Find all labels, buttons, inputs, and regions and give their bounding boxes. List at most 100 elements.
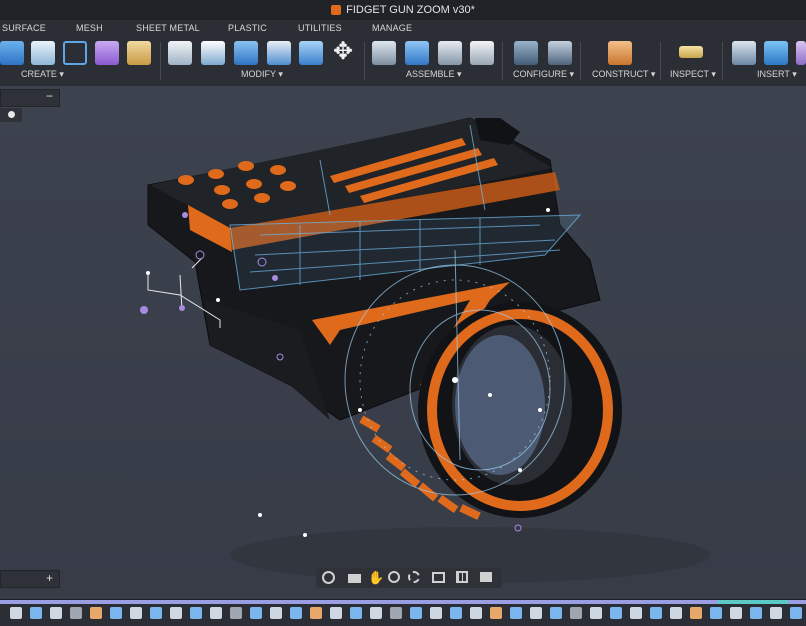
timeline-feature[interactable] — [530, 607, 542, 619]
timeline-feature[interactable] — [110, 607, 122, 619]
timeline-feature[interactable] — [170, 607, 182, 619]
new-component-icon[interactable] — [405, 41, 429, 65]
tab-plastic[interactable]: PLASTIC — [228, 23, 267, 33]
assemble-menu[interactable]: ASSEMBLE ▾ — [406, 69, 462, 80]
timeline-feature[interactable] — [70, 607, 82, 619]
tab-mesh[interactable]: MESH — [76, 23, 103, 33]
construct-plane-icon[interactable] — [608, 41, 632, 65]
stitch-icon[interactable] — [299, 41, 323, 65]
timeline-feature[interactable] — [570, 607, 582, 619]
3d-viewport[interactable] — [0, 86, 806, 599]
timeline-feature[interactable] — [330, 607, 342, 619]
timeline-feature[interactable] — [650, 607, 662, 619]
timeline[interactable] — [0, 599, 806, 626]
timeline-feature[interactable] — [470, 607, 482, 619]
tab-utilities[interactable]: UTILITIES — [298, 23, 342, 33]
grid-icon[interactable] — [456, 571, 468, 583]
timeline-feature[interactable] — [150, 607, 162, 619]
pan-icon[interactable]: ✋ — [368, 571, 384, 584]
configure-menu[interactable]: CONFIGURE ▾ — [513, 69, 574, 80]
timeline-track — [0, 600, 806, 604]
ribbon-toolbar: CREATE ▾ ✥ MODIFY ▾ ASSEMBLE ▾ CONFIGURE… — [0, 38, 806, 87]
timeline-feature[interactable] — [90, 607, 102, 619]
comments-panel[interactable]: + — [0, 570, 60, 588]
inspect-label: INSPECT — [670, 69, 709, 79]
timeline-feature[interactable] — [290, 607, 302, 619]
fillet-icon[interactable] — [201, 41, 225, 65]
timeline-feature[interactable] — [450, 607, 462, 619]
timeline-feature[interactable] — [770, 607, 782, 619]
create-label: CREATE — [21, 69, 57, 79]
display-settings-icon[interactable] — [432, 572, 445, 583]
look-at-icon[interactable] — [348, 574, 361, 583]
timeline-feature[interactable] — [250, 607, 262, 619]
insert-mesh-icon[interactable] — [796, 41, 806, 65]
timeline-feature[interactable] — [370, 607, 382, 619]
timeline-feature[interactable] — [130, 607, 142, 619]
timeline-feature[interactable] — [790, 607, 802, 619]
collapse-icon[interactable]: − — [46, 89, 53, 103]
timeline-feature[interactable] — [270, 607, 282, 619]
extrude-surface-icon[interactable] — [0, 41, 24, 65]
insert-menu[interactable]: INSERT ▾ — [757, 69, 797, 80]
viewports-icon[interactable] — [480, 572, 492, 582]
timeline-feature[interactable] — [590, 607, 602, 619]
timeline-feature[interactable] — [430, 607, 442, 619]
inspect-menu[interactable]: INSPECT ▾ — [670, 69, 716, 80]
press-pull-icon[interactable] — [168, 41, 192, 65]
insert-derive-icon[interactable] — [732, 41, 756, 65]
timeline-feature[interactable] — [410, 607, 422, 619]
decal-icon[interactable] — [127, 41, 151, 65]
joint-table-icon[interactable] — [470, 41, 494, 65]
timeline-feature[interactable] — [390, 607, 402, 619]
timeline-feature[interactable] — [690, 607, 702, 619]
modify-menu[interactable]: MODIFY ▾ — [241, 69, 283, 80]
fit-icon[interactable] — [408, 571, 420, 583]
timeline-feature[interactable] — [190, 607, 202, 619]
browser-visibility-row[interactable] — [0, 108, 22, 122]
revolve-icon[interactable] — [31, 41, 55, 65]
timeline-marker[interactable] — [718, 600, 788, 604]
browser-panel[interactable]: − — [0, 89, 60, 107]
configure-label: CONFIGURE — [513, 69, 567, 79]
zoom-icon[interactable] — [388, 571, 400, 583]
model-canvas[interactable] — [0, 86, 806, 599]
timeline-feature[interactable] — [50, 607, 62, 619]
joint-icon[interactable] — [372, 41, 396, 65]
sketch-boundary-icon[interactable] — [63, 41, 87, 65]
measure-icon[interactable] — [679, 46, 703, 58]
configuration-table-icon[interactable] — [548, 41, 572, 65]
tab-manage[interactable]: MANAGE — [372, 23, 412, 33]
form-icon[interactable] — [95, 41, 119, 65]
orbit-icon[interactable] — [322, 571, 335, 584]
timeline-feature[interactable] — [630, 607, 642, 619]
insert-label: INSERT — [757, 69, 790, 79]
timeline-feature[interactable] — [30, 607, 42, 619]
move-icon[interactable]: ✥ — [331, 40, 355, 65]
add-icon[interactable]: + — [46, 571, 53, 585]
timeline-feature[interactable] — [10, 607, 22, 619]
group-separator — [580, 42, 581, 80]
create-menu[interactable]: CREATE ▾ — [21, 69, 64, 80]
timeline-feature[interactable] — [490, 607, 502, 619]
timeline-feature[interactable] — [670, 607, 682, 619]
as-built-joint-icon[interactable] — [438, 41, 462, 65]
timeline-feature[interactable] — [350, 607, 362, 619]
timeline-feature[interactable] — [310, 607, 322, 619]
construct-menu[interactable]: CONSTRUCT ▾ — [592, 69, 655, 80]
tab-surface[interactable]: SURFACE — [2, 23, 46, 33]
timeline-feature[interactable] — [710, 607, 722, 619]
timeline-feature[interactable] — [230, 607, 242, 619]
tab-sheet-metal[interactable]: SHEET METAL — [136, 23, 200, 33]
split-face-icon[interactable] — [267, 41, 291, 65]
timeline-feature[interactable] — [750, 607, 762, 619]
timeline-feature[interactable] — [210, 607, 222, 619]
visibility-icon[interactable] — [8, 111, 15, 118]
timeline-feature[interactable] — [510, 607, 522, 619]
shell-icon[interactable] — [234, 41, 258, 65]
timeline-feature[interactable] — [730, 607, 742, 619]
timeline-feature[interactable] — [610, 607, 622, 619]
configure-icon[interactable] — [514, 41, 538, 65]
insert-text-icon[interactable] — [764, 41, 788, 65]
timeline-feature[interactable] — [550, 607, 562, 619]
